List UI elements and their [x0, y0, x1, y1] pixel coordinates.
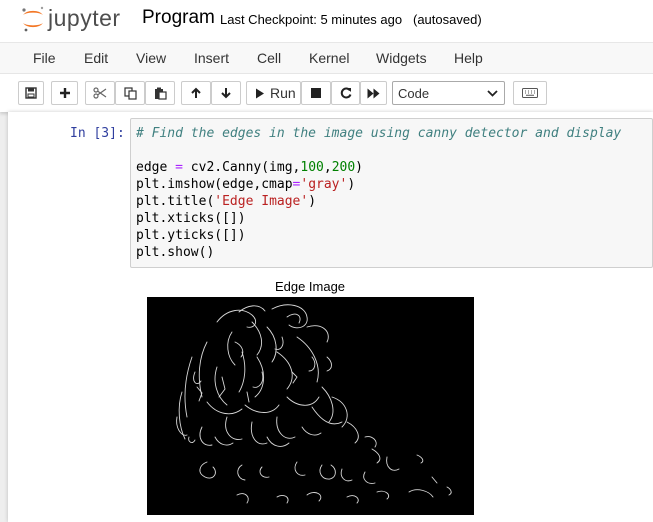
arrow-down-icon — [221, 88, 231, 99]
edge-image-output — [147, 297, 474, 515]
code-token: ) — [308, 194, 317, 209]
code-string: 'Edge Image' — [214, 194, 309, 209]
code-line-show: plt.show() — [136, 245, 215, 260]
cell-type-value: Code — [398, 86, 430, 101]
code-line-canny: edge = cv2.Canny(img,100,200) — [136, 160, 363, 175]
code-token: cv2.Canny(img, — [182, 160, 301, 175]
restart-icon — [340, 87, 351, 99]
notebook-name[interactable]: Program — [142, 7, 215, 29]
input-prompt: In [3]: — [70, 126, 125, 141]
code-line-yticks: plt.yticks([]) — [136, 228, 246, 243]
header: jupyter Program Last Checkpoint: 5 minut… — [0, 0, 653, 42]
autosave-status: (autosaved) — [413, 12, 482, 27]
arrow-up-icon — [191, 87, 201, 98]
menu-insert[interactable]: Insert — [194, 50, 229, 66]
copy-button[interactable] — [115, 81, 145, 105]
menu-file[interactable]: File — [33, 50, 56, 66]
code-operator: = — [175, 160, 183, 175]
paste-icon — [154, 87, 167, 100]
code-line-xticks: plt.xticks([]) — [136, 211, 246, 226]
code-line-title: plt.title('Edge Image') — [136, 194, 316, 209]
code-comment: # Find the edges in the image using cann… — [136, 126, 622, 141]
code-line-comment: # Find the edges in the image using cann… — [136, 126, 621, 141]
cell-type-select[interactable]: Code — [392, 81, 505, 105]
run-button[interactable]: Run — [246, 81, 301, 105]
code-token: ) — [355, 160, 363, 175]
code-number: 100 — [300, 160, 324, 175]
command-palette-button[interactable] — [513, 81, 547, 105]
move-down-button[interactable] — [211, 81, 241, 105]
menu-kernel[interactable]: Kernel — [309, 50, 349, 66]
fast-forward-icon — [367, 88, 380, 98]
output-plot-title: Edge Image — [274, 279, 346, 294]
keyboard-icon — [522, 88, 538, 98]
chevron-down-icon — [487, 90, 498, 97]
menu-view[interactable]: View — [136, 50, 166, 66]
menu-widgets[interactable]: Widgets — [376, 50, 427, 66]
code-token: plt.imshow(edge,cmap — [136, 177, 293, 192]
copy-icon — [123, 86, 137, 100]
code-cell-editor[interactable]: # Find the edges in the image using cann… — [130, 118, 653, 268]
play-icon — [256, 88, 264, 98]
code-line-imshow: plt.imshow(edge,cmap='gray') — [136, 177, 355, 192]
edge-image-picture — [176, 304, 452, 504]
jupyter-logo-icon[interactable] — [18, 4, 48, 34]
save-icon — [25, 87, 37, 99]
code-number: 200 — [331, 160, 356, 175]
paste-button[interactable] — [145, 81, 175, 105]
menu-bar: File Edit View Insert Cell Kernel Widget… — [0, 42, 653, 74]
menu-cell[interactable]: Cell — [257, 50, 281, 66]
toolbar: Run Code — [0, 74, 653, 112]
restart-kernel-button[interactable] — [331, 81, 360, 105]
move-up-button[interactable] — [181, 81, 211, 105]
checkpoint-status: Last Checkpoint: 5 minutes ago — [220, 12, 403, 27]
jupyter-wordmark[interactable]: jupyter — [48, 5, 121, 32]
menu-edit[interactable]: Edit — [84, 50, 108, 66]
code-token: edge — [136, 160, 176, 175]
code-token: , — [323, 160, 332, 175]
code-string: 'gray' — [300, 177, 348, 192]
code-token: ) — [347, 177, 356, 192]
scissors-icon — [93, 87, 107, 99]
cut-button[interactable] — [85, 81, 115, 105]
run-label: Run — [270, 85, 296, 101]
insert-cell-button[interactable] — [51, 81, 78, 105]
save-button[interactable] — [18, 81, 44, 105]
interrupt-kernel-button[interactable] — [301, 81, 331, 105]
code-token: plt.title( — [136, 194, 215, 209]
menu-help[interactable]: Help — [454, 50, 483, 66]
stop-icon — [311, 88, 321, 98]
plus-icon — [59, 88, 70, 98]
restart-run-all-button[interactable] — [360, 81, 387, 105]
